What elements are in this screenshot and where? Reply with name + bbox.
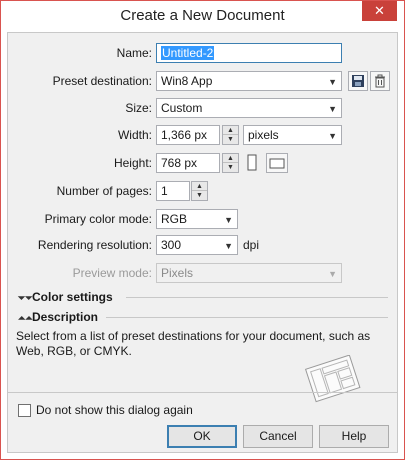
- chevron-down-icon: ▼: [328, 77, 337, 87]
- divider: [126, 297, 388, 298]
- ok-button[interactable]: OK: [167, 425, 237, 448]
- width-value: 1,366 px: [161, 128, 208, 142]
- width-stepper[interactable]: ▲ ▼: [222, 125, 239, 145]
- arrow-down-icon[interactable]: ▼: [223, 163, 238, 172]
- chevron-down-icon: ▼: [224, 215, 233, 225]
- width-input[interactable]: 1,366 px: [156, 125, 220, 145]
- height-stepper[interactable]: ▲ ▼: [222, 153, 239, 173]
- size-label: Size:: [125, 101, 152, 115]
- resolution-value: 300: [161, 238, 182, 252]
- arrow-down-icon[interactable]: ▼: [223, 135, 238, 144]
- color-settings-title: Color settings: [32, 290, 113, 304]
- cancel-button[interactable]: Cancel: [243, 425, 313, 448]
- height-label: Height:: [113, 156, 152, 170]
- close-icon: ✕: [374, 3, 385, 18]
- landscape-icon: [269, 158, 285, 169]
- chevron-down-icon: ▼: [328, 269, 337, 279]
- preset-destination-select[interactable]: Win8 App ▼: [156, 71, 342, 91]
- height-value: 768 px: [161, 156, 198, 170]
- trash-icon: [375, 74, 385, 88]
- arrow-up-icon[interactable]: ▲: [223, 154, 238, 163]
- description-toggle[interactable]: ⏶⏶Description: [18, 309, 98, 326]
- collapse-chevron-icon: ⏶⏶: [18, 313, 33, 323]
- create-document-dialog: Create a New Document ✕ Name: Untitled-2…: [0, 0, 405, 460]
- dont-show-label[interactable]: Do not show this dialog again: [36, 402, 193, 418]
- arrow-up-icon[interactable]: ▲: [192, 182, 207, 191]
- height-input[interactable]: 768 px: [156, 153, 220, 173]
- pages-input[interactable]: 1: [156, 181, 190, 201]
- name-input[interactable]: Untitled-2: [156, 43, 342, 63]
- expand-chevron-icon: ⏷⏷: [18, 293, 33, 303]
- dialog-body: Name: Untitled-2 Preset destination: Win…: [7, 32, 398, 453]
- delete-preset-button[interactable]: [370, 71, 390, 91]
- width-label: Width:: [117, 128, 152, 142]
- landscape-button[interactable]: [266, 153, 288, 173]
- name-label: Name:: [116, 46, 152, 60]
- chevron-down-icon: ▼: [224, 241, 233, 251]
- close-button[interactable]: ✕: [362, 1, 397, 21]
- divider: [106, 317, 388, 318]
- preview-mode-value: Pixels: [161, 266, 194, 280]
- preset-destination-value: Win8 App: [161, 74, 213, 88]
- preview-mode-label: Preview mode:: [72, 266, 152, 280]
- size-value: Custom: [161, 101, 203, 115]
- color-mode-select[interactable]: RGB ▼: [156, 209, 238, 229]
- color-mode-value: RGB: [161, 212, 188, 226]
- preset-destination-label: Preset destination:: [52, 74, 152, 88]
- units-value: pixels: [248, 128, 279, 142]
- color-settings-toggle[interactable]: ⏷⏷Color settings: [18, 289, 113, 306]
- preview-mode-select: Pixels ▼: [156, 263, 342, 283]
- resolution-label: Rendering resolution:: [37, 238, 152, 252]
- dialog-title: Create a New Document: [120, 7, 285, 24]
- name-value: Untitled-2: [161, 46, 215, 60]
- pages-value: 1: [161, 184, 168, 198]
- units-select[interactable]: pixels ▼: [243, 125, 342, 145]
- dont-show-checkbox[interactable]: [18, 404, 31, 417]
- title-bar: Create a New Document ✕: [1, 1, 404, 32]
- size-select[interactable]: Custom ▼: [156, 98, 342, 118]
- description-title: Description: [32, 310, 99, 324]
- portrait-icon: [247, 154, 257, 171]
- chevron-down-icon: ▼: [328, 131, 337, 141]
- chevron-down-icon: ▼: [328, 104, 337, 114]
- pages-stepper[interactable]: ▲ ▼: [191, 181, 208, 201]
- arrow-up-icon[interactable]: ▲: [223, 126, 238, 135]
- portrait-button[interactable]: [246, 153, 258, 173]
- arrow-down-icon[interactable]: ▼: [192, 191, 207, 200]
- resolution-unit: dpi: [243, 238, 260, 252]
- save-preset-button[interactable]: [348, 71, 368, 91]
- footer-divider: [8, 392, 397, 393]
- color-mode-label: Primary color mode:: [44, 212, 152, 226]
- save-icon: [352, 75, 364, 87]
- pages-label: Number of pages:: [56, 184, 152, 198]
- help-button[interactable]: Help: [319, 425, 389, 448]
- document-preview-icon: [304, 354, 364, 403]
- resolution-select[interactable]: 300 ▼: [156, 235, 238, 255]
